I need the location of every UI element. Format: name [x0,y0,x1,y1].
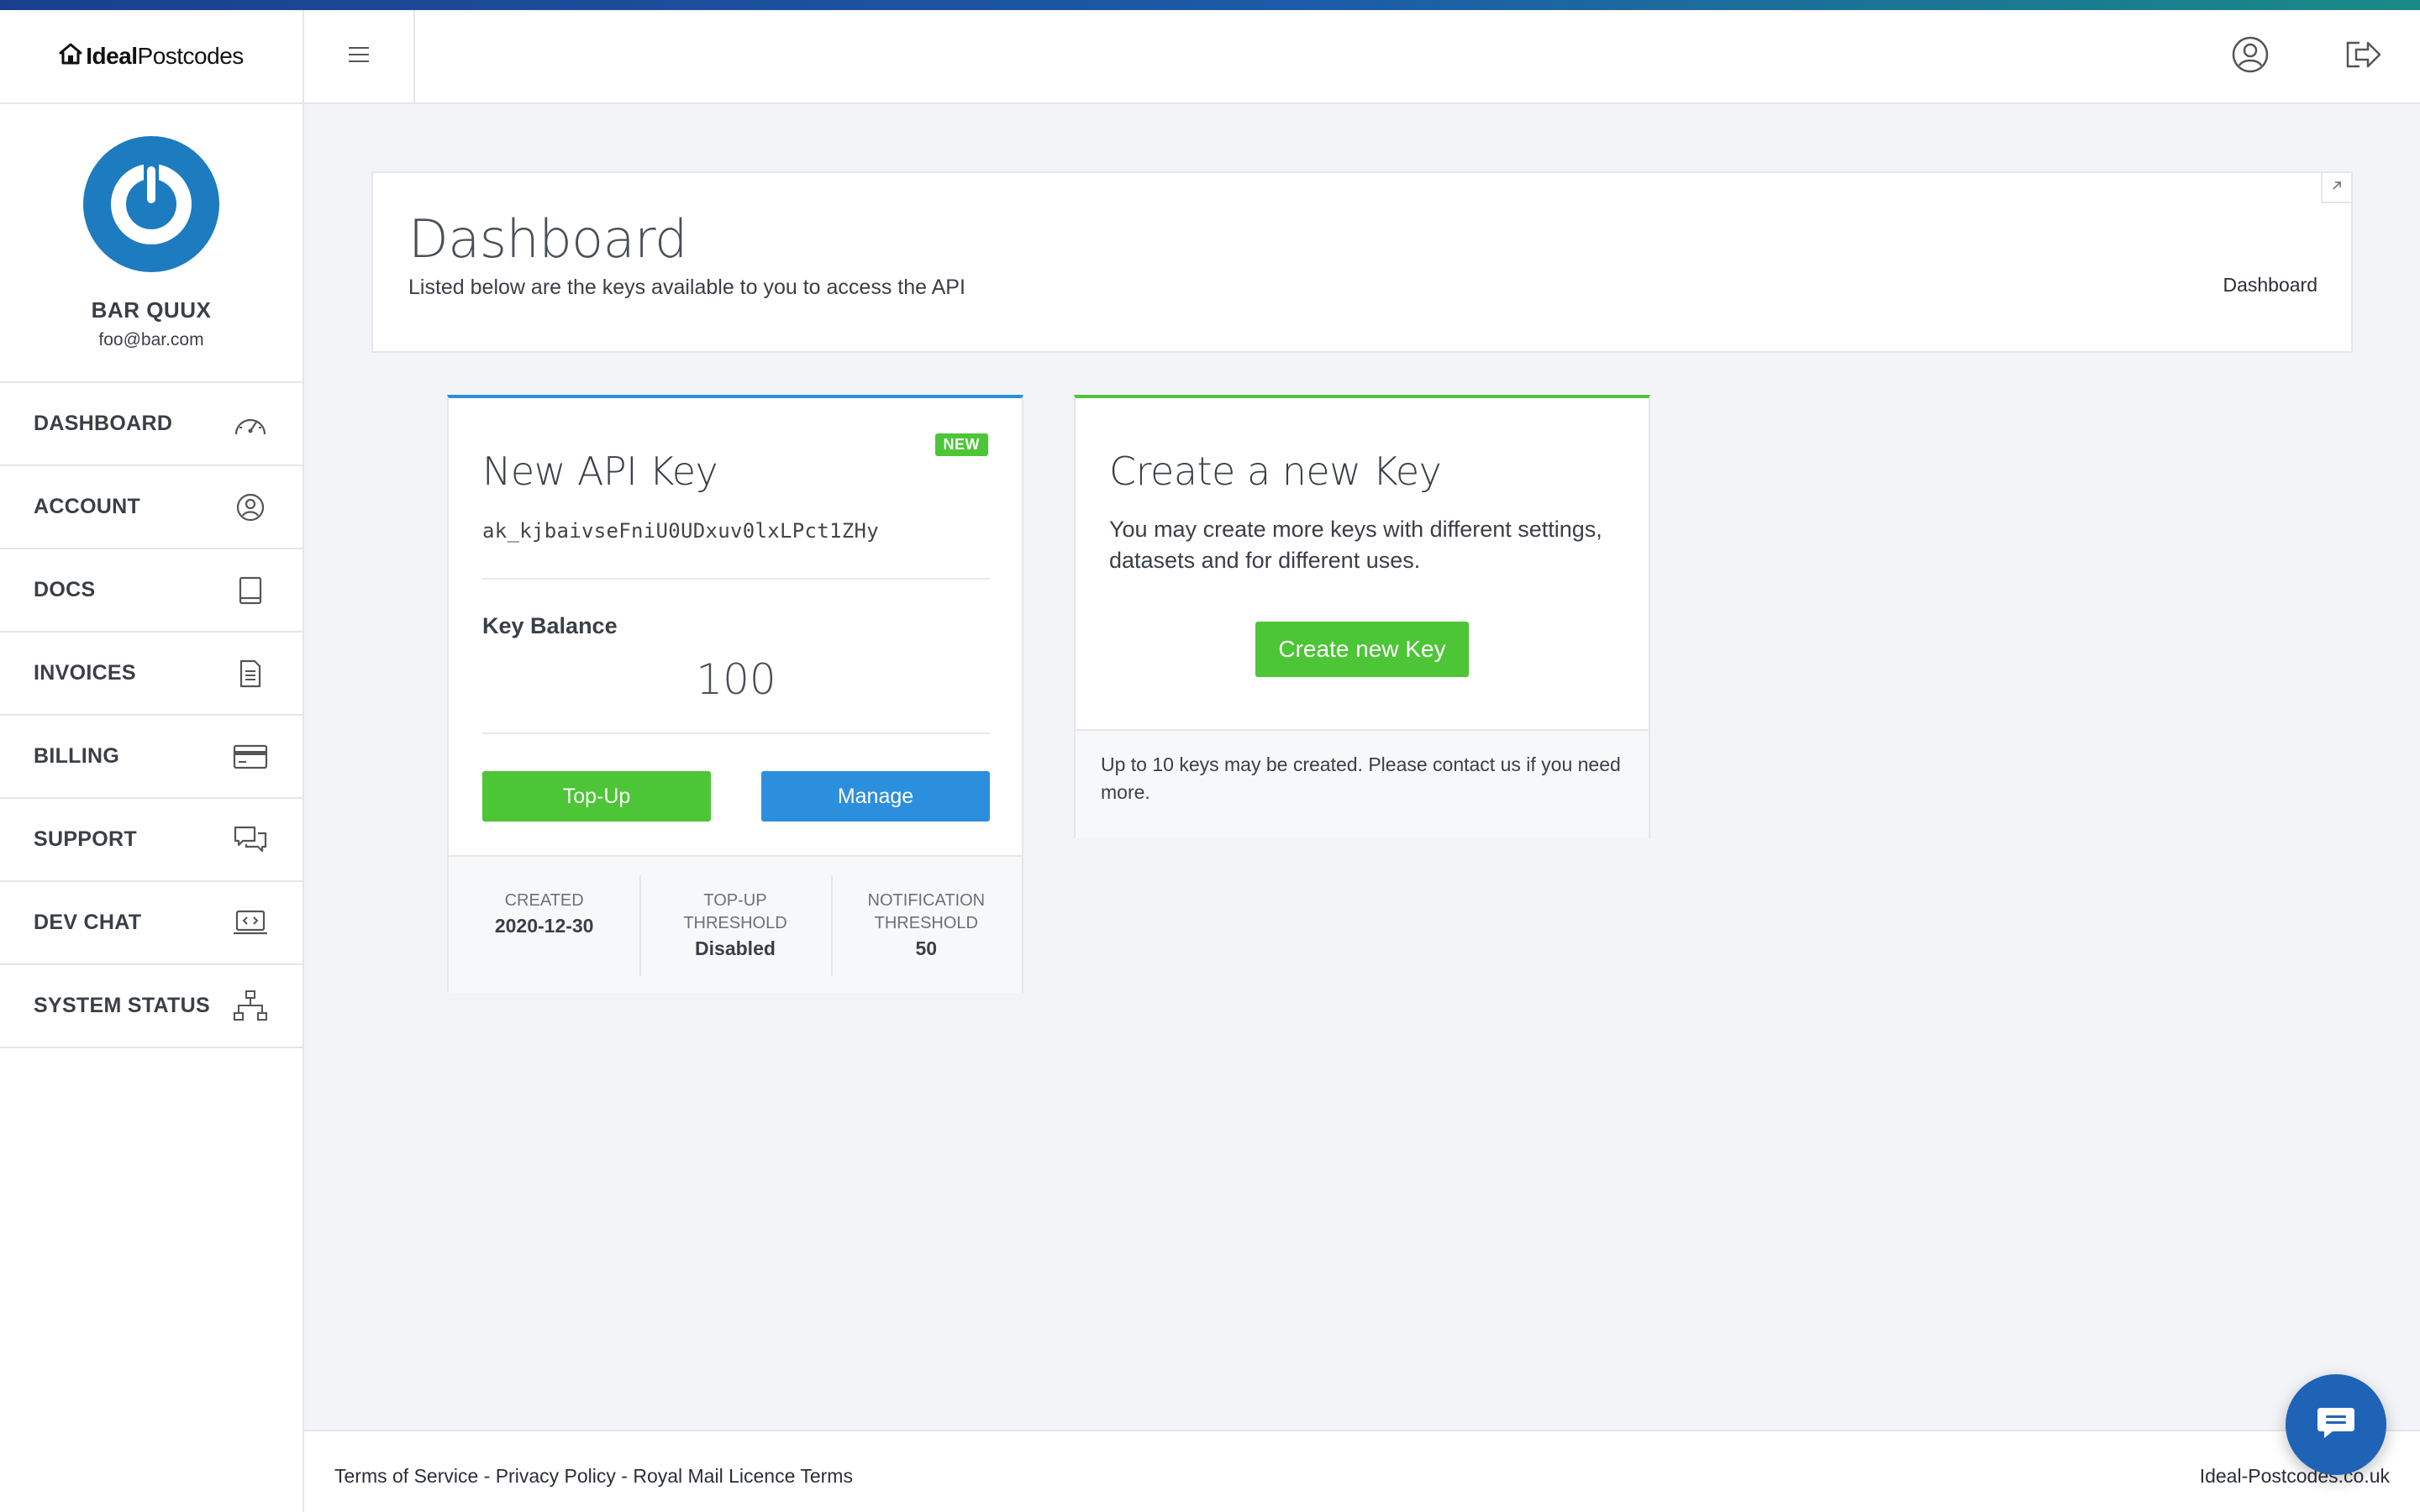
stat-top-up-threshold: TOP-UP THRESHOLD Disabled [639,857,830,993]
profile-button[interactable] [2227,33,2274,80]
logout-icon [2343,38,2383,76]
stat-label: THRESHOLD [874,914,978,932]
sidebar-item-label: SUPPORT [34,827,137,851]
divider [482,578,990,580]
sidebar: BAR QUUX foo@bar.com DASHBOARD ACCOUNT D… [0,104,304,1512]
power-logo-icon [111,158,192,244]
stat-label: TOP-UP [703,891,767,910]
user-profile: BAR QUUX foo@bar.com [0,104,302,383]
page-header: Dashboard Listed below are the keys avai… [371,171,2353,353]
stat-value: Disabled [695,937,776,959]
footer-separator: - [615,1465,634,1487]
credit-card-icon [232,738,269,775]
brand-logo[interactable]: Ideal Postcodes [0,10,304,102]
top-bar: Ideal Postcodes [0,10,2420,104]
api-key-card: NEW New API Key ak_kjbaivseFniU0UDxuv0lx… [447,395,1023,993]
profile-name: BAR QUUX [91,297,212,323]
chat-bubbles-icon [232,822,269,858]
arrow-up-right-icon [2331,180,2343,196]
menu-toggle-button[interactable] [304,10,415,102]
stat-value: 2020-12-30 [494,915,594,937]
chat-widget-button[interactable] [2286,1374,2386,1475]
sidebar-item-support[interactable]: SUPPORT [0,799,302,882]
key-balance-label: Key Balance [482,613,618,638]
user-circle-icon [2231,35,2270,78]
sidebar-item-label: BILLING [34,744,120,768]
logout-button[interactable] [2339,33,2386,80]
stat-notification-threshold: NOTIFICATION THRESHOLD 50 [830,857,1022,993]
stat-value: 50 [915,937,938,959]
sidebar-item-label: ACCOUNT [34,495,141,518]
sidebar-item-docs[interactable]: DOCS [0,549,302,633]
expand-button[interactable] [2321,173,2351,203]
sidebar-item-account[interactable]: ACCOUNT [0,466,302,549]
footer-links: Terms of Service - Privacy Policy - Roya… [334,1465,853,1488]
sidebar-item-invoices[interactable]: INVOICES [0,633,302,716]
key-card-title: New API Key [482,449,718,494]
key-stats: CREATED 2020-12-30 TOP-UP THRESHOLD Disa… [449,855,1022,993]
footer-site-link[interactable]: Ideal-Postcodes.co.uk [2200,1465,2390,1488]
sidebar-item-dev-chat[interactable]: DEV CHAT [0,882,302,965]
sidebar-item-label: DEV CHAT [34,911,142,934]
document-icon [232,655,269,692]
page-footer: Terms of Service - Privacy Policy - Roya… [304,1430,2420,1512]
sidebar-item-dashboard[interactable]: DASHBOARD [0,383,302,466]
logo-text-bold: Ideal [86,43,138,69]
new-badge: NEW [934,433,988,456]
api-key-id: ak_kjbaivseFniU0UDxuv0lxLPct1ZHy [482,519,879,543]
hamburger-icon [347,45,371,68]
key-balance-value: 100 [696,655,776,704]
house-logo-icon [59,43,82,71]
terms-link[interactable]: Terms of Service [334,1465,478,1487]
avatar[interactable] [83,136,219,272]
chat-icon [2314,1404,2358,1446]
create-key-card: Create a new Key You may create more key… [1074,395,1650,838]
book-icon [232,572,269,609]
laptop-code-icon [232,905,269,942]
create-card-title: Create a new Key [1109,449,1442,494]
sidebar-item-billing[interactable]: BILLING [0,716,302,799]
privacy-link[interactable]: Privacy Policy [496,1465,616,1487]
speedometer-icon [232,406,269,443]
stat-label: THRESHOLD [683,914,787,932]
licence-link[interactable]: Royal Mail Licence Terms [633,1465,853,1487]
page-subtitle: Listed below are the keys available to y… [408,276,965,299]
top-accent-stripe [0,0,2420,10]
top-up-button[interactable]: Top-Up [482,771,711,822]
logo-text-light: Postcodes [137,43,245,69]
create-new-key-button[interactable]: Create new Key [1255,622,1469,677]
create-card-footer: Up to 10 keys may be created. Please con… [1076,729,1649,838]
footer-separator: - [478,1465,496,1487]
sidebar-item-label: INVOICES [34,661,136,685]
sidebar-item-label: SYSTEM STATUS [34,994,210,1017]
stat-label: CREATED [504,891,584,910]
stat-created: CREATED 2020-12-30 [449,857,639,993]
stat-label: NOTIFICATION [867,891,986,910]
user-circle-icon [232,489,269,526]
sidebar-item-system-status[interactable]: SYSTEM STATUS [0,965,302,1048]
breadcrumb[interactable]: Dashboard [2223,274,2317,297]
network-icon [232,988,269,1025]
sidebar-item-label: DASHBOARD [34,412,173,435]
page-title: Dashboard [408,208,687,270]
manage-button[interactable]: Manage [761,771,990,822]
create-card-text: You may create more keys with different … [1109,517,1602,573]
profile-email: foo@bar.com [98,330,204,349]
divider [482,732,990,734]
sidebar-item-label: DOCS [34,578,96,601]
